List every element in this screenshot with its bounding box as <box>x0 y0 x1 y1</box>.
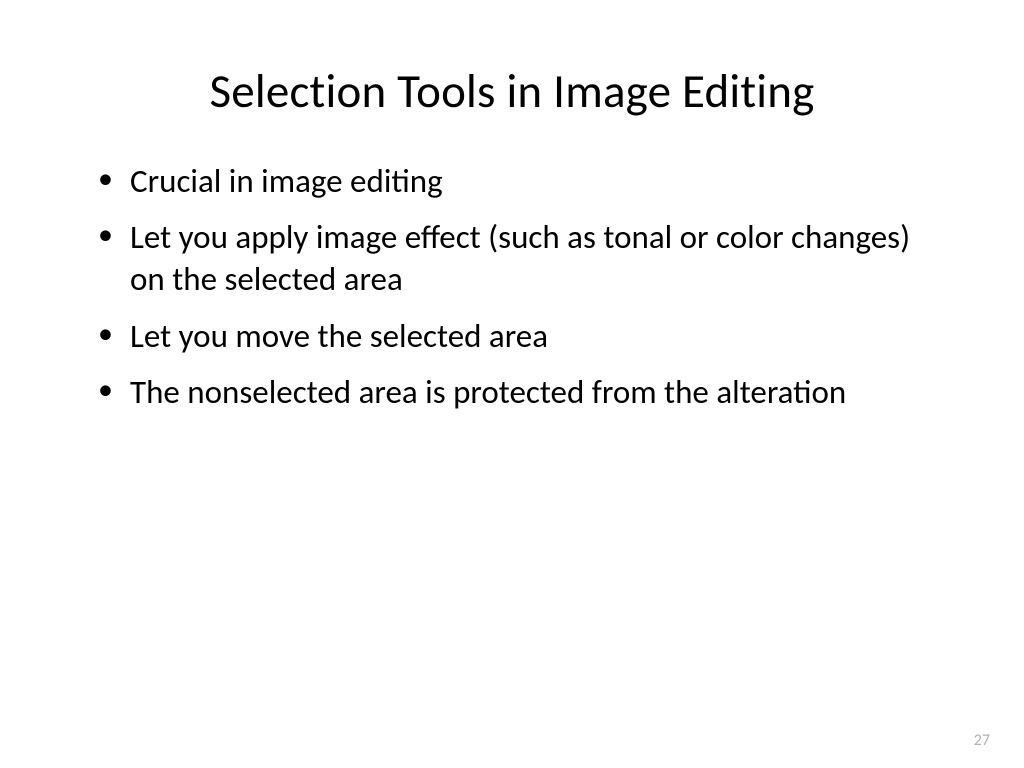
slide-title: Selection Tools in Image Editing <box>0 0 1024 160</box>
page-number: 27 <box>974 731 990 750</box>
bullet-item: Let you move the selected area <box>94 315 934 357</box>
bullet-item: Let you apply image effect (such as tona… <box>94 216 934 300</box>
bullet-item: The nonselected area is protected from t… <box>94 371 934 413</box>
bullet-list: Crucial in image editing Let you apply i… <box>0 160 1024 413</box>
bullet-item: Crucial in image editing <box>94 160 934 202</box>
